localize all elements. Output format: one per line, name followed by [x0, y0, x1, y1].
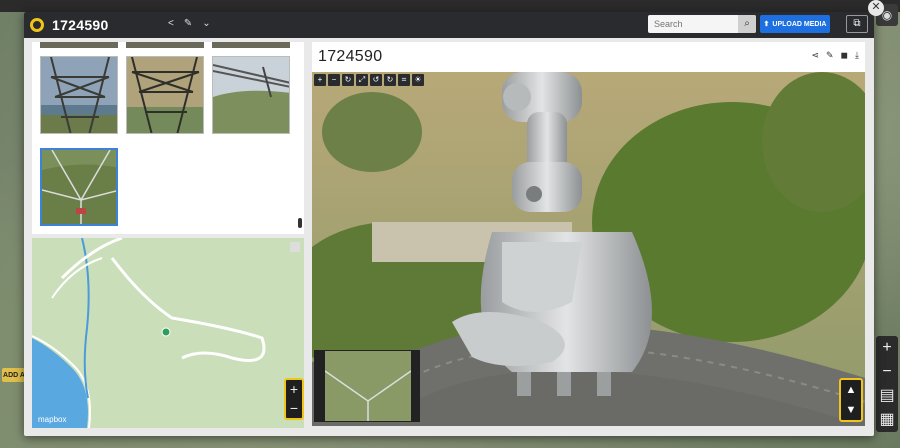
background-zoom-out-button[interactable]: − [876, 360, 898, 384]
mapbox-attribution: mapbox [38, 415, 67, 424]
share-icon[interactable]: ⋖ [811, 50, 819, 61]
background-topbar [0, 0, 900, 12]
main-image[interactable]: + − ↻ ⤢ ↺ ↻ ⌗ ☀ ▲ ▼ [312, 72, 865, 426]
modal-title: 1724590 [52, 17, 109, 33]
image-viewer: 1724590 ⋖ ✎ ◼ ⤓ + − ↻ ⤢ ↺ ↻ ⌗ ☀ ▲ ▼ [312, 42, 865, 426]
background-add-button[interactable]: ADD A [2, 368, 26, 382]
share-icon[interactable]: < [168, 18, 174, 29]
close-icon[interactable]: ✕ [868, 0, 884, 16]
image-minimap[interactable] [314, 350, 420, 422]
viewer-actions: ⋖ ✎ ◼ ⤓ [811, 50, 859, 61]
thumbnail-partial[interactable] [40, 42, 118, 48]
thumbnail-item[interactable] [126, 56, 204, 134]
brightness-icon[interactable]: ☀ [412, 74, 424, 86]
header-actions: < ✎ ⌄ [162, 18, 211, 29]
pencil-icon[interactable]: ✎ [184, 18, 192, 29]
viewer-title: 1724590 [318, 48, 383, 65]
zoom-in-icon[interactable]: + [314, 74, 326, 86]
download-icon[interactable]: ⤓ [855, 50, 859, 61]
chevron-down-icon[interactable]: ▼ [841, 400, 861, 420]
map-zoom-out-button[interactable]: − [286, 399, 302, 418]
chevron-up-icon[interactable]: ▲ [841, 380, 861, 400]
thumbnail-panel [32, 42, 304, 234]
comment-icon[interactable]: ◼ [841, 50, 848, 61]
thumbnail-item[interactable] [40, 56, 118, 134]
background-legend-icon[interactable]: ▦ [876, 408, 898, 432]
upload-media-button[interactable]: ⬆ UPLOAD MEDIA [760, 15, 830, 33]
scrollbar[interactable] [298, 218, 302, 228]
map-corner-control[interactable] [290, 242, 300, 252]
thumbnail-item[interactable] [212, 56, 290, 134]
location-map[interactable]: mapbox + − [32, 238, 304, 428]
search-icon[interactable]: ⌕ [738, 15, 756, 33]
image-toolbar: + − ↻ ⤢ ↺ ↻ ⌗ ☀ [314, 74, 424, 86]
modal-header: 1724590 < ✎ ⌄ ⌕ ⬆ UPLOAD MEDIA ⧉ [24, 12, 874, 38]
rotate-right-icon[interactable]: ↻ [384, 74, 396, 86]
reset-icon[interactable]: ↻ [342, 74, 354, 86]
background-map-controls: + − ▤ ▦ [876, 336, 898, 432]
background-layers-icon[interactable]: ▤ [876, 384, 898, 408]
fit-icon[interactable]: ⤢ [356, 74, 368, 86]
upload-icon: ⬆ [763, 21, 770, 28]
app-logo-icon [30, 18, 44, 32]
upload-media-label: UPLOAD MEDIA [772, 20, 827, 28]
thumbnail-item-selected[interactable] [40, 148, 118, 226]
thumbnail-partial[interactable] [126, 42, 204, 48]
open-external-icon[interactable]: ⧉ [846, 15, 868, 33]
thumbnail-partial[interactable] [212, 42, 290, 48]
background-zoom-in-button[interactable]: + [876, 336, 898, 360]
image-nav-control: ▲ ▼ [839, 378, 863, 422]
media-modal: 1724590 < ✎ ⌄ ⌕ ⬆ UPLOAD MEDIA ⧉ [24, 12, 874, 436]
map-zoom-in-button[interactable]: + [286, 380, 302, 399]
chevron-down-icon[interactable]: ⌄ [202, 18, 210, 29]
pencil-icon[interactable]: ✎ [826, 50, 834, 61]
thumbnail-row-partial [40, 42, 290, 48]
zoom-out-icon[interactable]: − [328, 74, 340, 86]
rotate-left-icon[interactable]: ↺ [370, 74, 382, 86]
crop-icon[interactable]: ⌗ [398, 74, 410, 86]
map-zoom-control: + − [284, 378, 304, 420]
